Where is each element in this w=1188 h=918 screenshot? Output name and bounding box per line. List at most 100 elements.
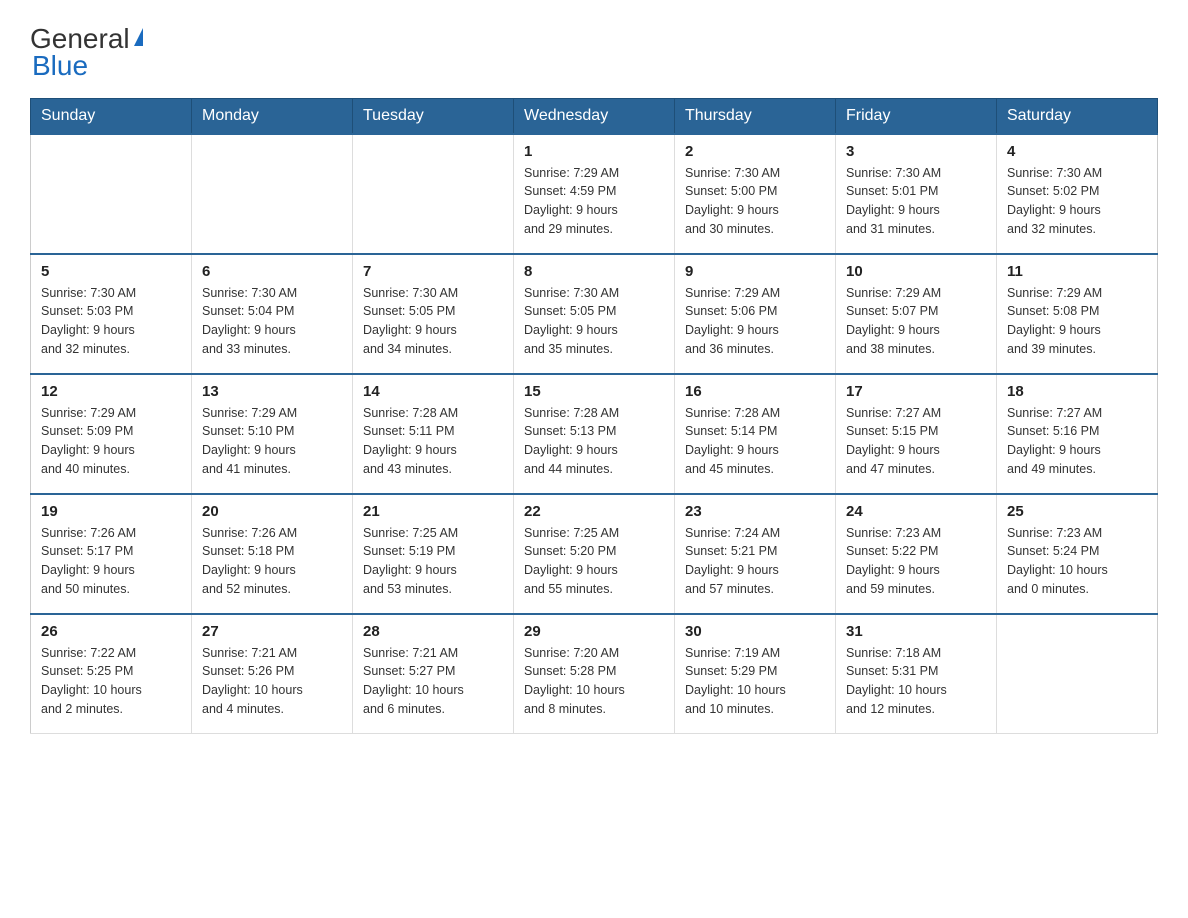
- sunset-text: Sunset: 5:14 PM: [685, 424, 777, 438]
- daylight-text-2: and 12 minutes.: [846, 702, 935, 716]
- page-header: General Blue: [30, 24, 1158, 82]
- day-number: 22: [524, 503, 664, 520]
- calendar-cell: 6Sunrise: 7:30 AMSunset: 5:04 PMDaylight…: [192, 254, 353, 374]
- day-number: 29: [524, 623, 664, 640]
- day-info: Sunrise: 7:23 AMSunset: 5:22 PMDaylight:…: [846, 524, 986, 599]
- daylight-text-2: and 52 minutes.: [202, 582, 291, 596]
- day-info: Sunrise: 7:23 AMSunset: 5:24 PMDaylight:…: [1007, 524, 1147, 599]
- daylight-text: Daylight: 9 hours: [846, 443, 940, 457]
- calendar-cell: 25Sunrise: 7:23 AMSunset: 5:24 PMDayligh…: [997, 494, 1158, 614]
- sunset-text: Sunset: 5:15 PM: [846, 424, 938, 438]
- daylight-text-2: and 36 minutes.: [685, 342, 774, 356]
- calendar-cell: [997, 614, 1158, 734]
- daylight-text-2: and 30 minutes.: [685, 222, 774, 236]
- daylight-text-2: and 40 minutes.: [41, 462, 130, 476]
- calendar-cell: 19Sunrise: 7:26 AMSunset: 5:17 PMDayligh…: [31, 494, 192, 614]
- calendar-cell: [353, 134, 514, 254]
- daylight-text-2: and 10 minutes.: [685, 702, 774, 716]
- logo-blue: Blue: [30, 51, 88, 82]
- weekday-header-tuesday: Tuesday: [353, 98, 514, 134]
- calendar-cell: 7Sunrise: 7:30 AMSunset: 5:05 PMDaylight…: [353, 254, 514, 374]
- day-info: Sunrise: 7:28 AMSunset: 5:14 PMDaylight:…: [685, 404, 825, 479]
- sunset-text: Sunset: 5:10 PM: [202, 424, 294, 438]
- daylight-text-2: and 50 minutes.: [41, 582, 130, 596]
- calendar-cell: 23 Sunrise: 7:24 AMSunset: 5:21 PMDayligh…: [675, 494, 836, 614]
- daylight-text: Daylight: 9 hours: [202, 443, 296, 457]
- day-number: 23: [685, 503, 825, 520]
- sunset-text: Sunset: 5:03 PM: [41, 304, 133, 318]
- sunset-text: Sunset: 5:22 PM: [846, 544, 938, 558]
- daylight-text-2: and 0 minutes.: [1007, 582, 1089, 596]
- calendar-cell: 24Sunrise: 7:23 AMSunset: 5:22 PMDayligh…: [836, 494, 997, 614]
- day-info: Sunrise: 7:21 AMSunset: 5:26 PMDaylight:…: [202, 644, 342, 719]
- daylight-text-2: and 53 minutes.: [363, 582, 452, 596]
- daylight-text-2: and 39 minutes.: [1007, 342, 1096, 356]
- sunrise-text: Sunrise: 7:30 AM: [363, 286, 458, 300]
- day-info: Sunrise: 7:30 AMSunset: 5:01 PMDaylight:…: [846, 164, 986, 239]
- day-number: 10: [846, 263, 986, 280]
- calendar-cell: 21Sunrise: 7:25 AMSunset: 5:19 PMDayligh…: [353, 494, 514, 614]
- daylight-text-2: and 35 minutes.: [524, 342, 613, 356]
- day-number: 16: [685, 383, 825, 400]
- day-info: Sunrise: 7:30 AMSunset: 5:03 PMDaylight:…: [41, 284, 181, 359]
- day-number: 31: [846, 623, 986, 640]
- daylight-text: Daylight: 9 hours: [1007, 443, 1101, 457]
- sunrise-text: Sunrise: 7:30 AM: [202, 286, 297, 300]
- sunrise-text: Sunrise: 7:27 AM: [1007, 406, 1102, 420]
- daylight-text-2: and 45 minutes.: [685, 462, 774, 476]
- week-row-4: 19Sunrise: 7:26 AMSunset: 5:17 PMDayligh…: [31, 494, 1158, 614]
- sunset-text: Sunset: 5:21 PM: [685, 544, 777, 558]
- day-number: 14: [363, 383, 503, 400]
- day-info: Sunrise: 7:30 AMSunset: 5:05 PMDaylight:…: [524, 284, 664, 359]
- daylight-text: Daylight: 10 hours: [685, 683, 786, 697]
- daylight-text-2: and 8 minutes.: [524, 702, 606, 716]
- day-info: Sunrise: 7:18 AMSunset: 5:31 PMDaylight:…: [846, 644, 986, 719]
- day-number: 27: [202, 623, 342, 640]
- day-number: 13: [202, 383, 342, 400]
- sunset-text: Sunset: 5:00 PM: [685, 184, 777, 198]
- sunset-text: Sunset: 5:05 PM: [363, 304, 455, 318]
- daylight-text-2: and 4 minutes.: [202, 702, 284, 716]
- sunrise-text: Sunrise: 7:21 AM: [202, 646, 297, 660]
- day-info: Sunrise: 7:30 AMSunset: 5:00 PMDaylight:…: [685, 164, 825, 239]
- daylight-text: Daylight: 9 hours: [41, 443, 135, 457]
- sunset-text: Sunset: 5:13 PM: [524, 424, 616, 438]
- weekday-header-sunday: Sunday: [31, 98, 192, 134]
- calendar-cell: 18Sunrise: 7:27 AMSunset: 5:16 PMDayligh…: [997, 374, 1158, 494]
- sunset-text: Sunset: 5:20 PM: [524, 544, 616, 558]
- daylight-text-2: and 44 minutes.: [524, 462, 613, 476]
- day-info: Sunrise: 7:29 AMSunset: 5:09 PMDaylight:…: [41, 404, 181, 479]
- sunset-text: Sunset: 5:25 PM: [41, 664, 133, 678]
- sunrise-text: Sunrise: 7:30 AM: [524, 286, 619, 300]
- sunrise-text: Sunrise: 7:22 AM: [41, 646, 136, 660]
- daylight-text: Daylight: 9 hours: [363, 443, 457, 457]
- calendar-cell: 16 Sunrise: 7:28 AMSunset: 5:14 PMDayligh…: [675, 374, 836, 494]
- daylight-text: Daylight: 9 hours: [41, 323, 135, 337]
- daylight-text: Daylight: 10 hours: [41, 683, 142, 697]
- calendar-cell: 11Sunrise: 7:29 AMSunset: 5:08 PMDayligh…: [997, 254, 1158, 374]
- daylight-text: Daylight: 10 hours: [363, 683, 464, 697]
- daylight-text-2: and 38 minutes.: [846, 342, 935, 356]
- day-info: Sunrise: 7:30 AMSunset: 5:02 PMDaylight:…: [1007, 164, 1147, 239]
- sunset-text: Sunset: 5:08 PM: [1007, 304, 1099, 318]
- weekday-header-thursday: Thursday: [675, 98, 836, 134]
- week-row-1: 1Sunrise: 7:29 AMSunset: 4:59 PMDaylight…: [31, 134, 1158, 254]
- day-info: Sunrise: 7:28 AMSunset: 5:11 PMDaylight:…: [363, 404, 503, 479]
- weekday-header-row: SundayMondayTuesdayWednesdayThursdayFrid…: [31, 98, 1158, 134]
- calendar-cell: 26Sunrise: 7:22 AMSunset: 5:25 PMDayligh…: [31, 614, 192, 734]
- day-info: Sunrise: 7:19 AMSunset: 5:29 PMDaylight:…: [685, 644, 825, 719]
- daylight-text: Daylight: 9 hours: [685, 323, 779, 337]
- daylight-text-2: and 2 minutes.: [41, 702, 123, 716]
- calendar-cell: 12Sunrise: 7:29 AMSunset: 5:09 PMDayligh…: [31, 374, 192, 494]
- day-number: 8: [524, 263, 664, 280]
- daylight-text: Daylight: 9 hours: [685, 563, 779, 577]
- daylight-text: Daylight: 9 hours: [524, 203, 618, 217]
- sunrise-text: Sunrise: 7:19 AM: [685, 646, 780, 660]
- day-number: 18: [1007, 383, 1147, 400]
- sunrise-text: Sunrise: 7:26 AM: [41, 526, 136, 540]
- day-info: Sunrise: 7:24 AMSunset: 5:21 PMDaylight:…: [685, 524, 825, 599]
- week-row-2: 5Sunrise: 7:30 AMSunset: 5:03 PMDaylight…: [31, 254, 1158, 374]
- calendar-cell: [192, 134, 353, 254]
- sunrise-text: Sunrise: 7:23 AM: [846, 526, 941, 540]
- daylight-text-2: and 43 minutes.: [363, 462, 452, 476]
